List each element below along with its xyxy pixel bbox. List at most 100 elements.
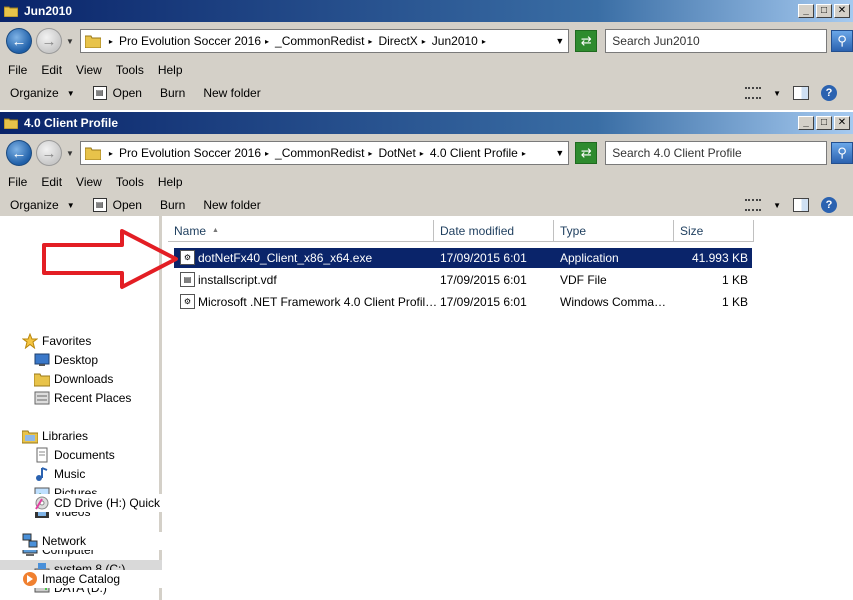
menu-help[interactable]: Help	[158, 63, 183, 77]
chevron-right-icon[interactable]: ▸	[265, 37, 269, 46]
preview-pane-icon[interactable]	[793, 86, 809, 100]
change-view-icon[interactable]	[745, 199, 762, 211]
menu-view[interactable]: View	[76, 63, 102, 77]
file-list: Name ▲ Date modified Type Size ⚙ dotNetF…	[162, 216, 853, 600]
nav-drive-h[interactable]: CD Drive (H:) Quick Ne	[0, 494, 162, 512]
organize-button[interactable]: Organize ▼	[10, 198, 75, 212]
nav-recent-places[interactable]: Recent Places	[0, 389, 162, 407]
nav-music[interactable]: Music	[0, 465, 162, 483]
nav-libraries[interactable]: Libraries	[0, 427, 162, 445]
libraries-icon	[21, 428, 39, 444]
chevron-right-icon[interactable]: ▸	[422, 37, 426, 46]
image-catalog-icon	[22, 571, 38, 587]
nav-desktop[interactable]: Desktop	[0, 351, 162, 369]
open-button[interactable]: ▤ Open	[92, 198, 142, 212]
nav-favorites[interactable]: Favorites	[0, 332, 162, 350]
file-date: 17/09/2015 6:01	[440, 273, 527, 287]
file-row[interactable]: ▤ installscript.vdf 17/09/2015 6:01 VDF …	[174, 270, 752, 290]
chevron-right-icon[interactable]: ▸	[482, 37, 486, 46]
column-header-date[interactable]: Date modified	[434, 220, 554, 242]
file-row[interactable]: ⚙ Microsoft .NET Framework 4.0 Client Pr…	[174, 292, 752, 312]
preview-pane-icon[interactable]	[793, 198, 809, 212]
new-folder-button[interactable]: New folder	[203, 198, 260, 212]
forward-button[interactable]: →	[35, 140, 62, 166]
chevron-right-icon[interactable]: ▸	[265, 149, 269, 158]
search-icon[interactable]: ⚲	[831, 30, 853, 52]
menu-view[interactable]: View	[76, 175, 102, 189]
column-header-name[interactable]: Name ▲	[168, 220, 434, 242]
search-icon[interactable]: ⚲	[831, 142, 853, 164]
column-header-size[interactable]: Size	[674, 220, 754, 242]
menu-tools[interactable]: Tools	[116, 63, 144, 77]
breadcrumb-item[interactable]: Pro Evolution Soccer 2016	[119, 34, 261, 48]
back-button[interactable]: ←	[6, 140, 32, 166]
address-bar[interactable]: ▸ Pro Evolution Soccer 2016 ▸ _CommonRed…	[79, 29, 570, 53]
organize-button[interactable]: Organize ▼	[10, 86, 75, 100]
maximize-button[interactable]: □	[816, 4, 832, 18]
help-icon[interactable]: ?	[821, 85, 837, 101]
chevron-down-icon[interactable]: ▼	[773, 89, 781, 98]
search-input[interactable]: Search Jun2010	[605, 29, 828, 53]
menu-help[interactable]: Help	[158, 175, 183, 189]
menu-bar: File Edit View Tools Help	[0, 172, 853, 192]
burn-button[interactable]: Burn	[160, 86, 185, 100]
refresh-button[interactable]: ⇄	[575, 142, 598, 164]
change-view-icon[interactable]	[745, 87, 762, 99]
close-button[interactable]: ✕	[834, 116, 850, 130]
breadcrumb-item[interactable]: Pro Evolution Soccer 2016	[119, 146, 261, 160]
nav-image-catalog[interactable]: Image Catalog	[0, 570, 162, 588]
nav-network[interactable]: Network	[0, 532, 162, 550]
star-icon	[21, 332, 39, 350]
back-button[interactable]: ←	[6, 28, 32, 54]
close-button[interactable]: ✕	[834, 4, 850, 18]
breadcrumb-item[interactable]: 4.0 Client Profile	[430, 146, 518, 160]
recent-pages-dropdown-icon[interactable]: ▼	[66, 37, 76, 46]
column-header-type[interactable]: Type	[554, 220, 674, 242]
menu-file[interactable]: File	[8, 175, 27, 189]
chevron-right-icon[interactable]: ▸	[109, 37, 113, 46]
breadcrumb-item[interactable]: _CommonRedist	[275, 146, 364, 160]
breadcrumb-item[interactable]: DotNet	[378, 146, 415, 160]
chevron-right-icon[interactable]: ▸	[420, 149, 424, 158]
breadcrumb-item[interactable]: DirectX	[378, 34, 417, 48]
maximize-button[interactable]: □	[816, 116, 832, 130]
forward-button[interactable]: →	[35, 28, 62, 54]
chevron-right-icon[interactable]: ▸	[368, 149, 372, 158]
new-folder-button[interactable]: New folder	[203, 86, 260, 100]
sort-ascending-icon: ▲	[212, 227, 219, 234]
nav-documents[interactable]: Documents	[0, 446, 162, 464]
file-type: Application	[560, 251, 619, 265]
nav-downloads[interactable]: Downloads	[0, 370, 162, 388]
menu-tools[interactable]: Tools	[116, 175, 144, 189]
chevron-right-icon[interactable]: ▸	[368, 37, 372, 46]
refresh-button[interactable]: ⇄	[575, 30, 598, 52]
help-icon[interactable]: ?	[821, 197, 837, 213]
chevron-right-icon[interactable]: ▸	[522, 149, 526, 158]
search-input[interactable]: Search 4.0 Client Profile	[605, 141, 828, 165]
recent-pages-dropdown-icon[interactable]: ▼	[66, 149, 76, 158]
chevron-down-icon[interactable]: ▼	[773, 201, 781, 210]
folder-icon	[3, 5, 19, 18]
network-icon	[22, 533, 38, 549]
title-bar[interactable]: 4.0 Client Profile _ □ ✕	[0, 112, 853, 134]
file-size: 41.993 KB	[691, 251, 748, 265]
file-row[interactable]: ⚙ dotNetFx40_Client_x86_x64.exe 17/09/20…	[174, 248, 752, 268]
minimize-button[interactable]: _	[798, 116, 814, 130]
chevron-down-icon[interactable]: ▼	[555, 36, 564, 46]
chevron-right-icon[interactable]: ▸	[109, 149, 113, 158]
menu-edit[interactable]: Edit	[41, 63, 62, 77]
document-icon	[34, 447, 50, 463]
menu-edit[interactable]: Edit	[41, 175, 62, 189]
chevron-down-icon[interactable]: ▼	[555, 148, 564, 158]
breadcrumb-item[interactable]: _CommonRedist	[275, 34, 364, 48]
open-button[interactable]: ▤ Open	[92, 86, 142, 100]
file-type: Windows Command ...	[560, 295, 670, 309]
breadcrumb-item[interactable]: Jun2010	[432, 34, 478, 48]
title-bar[interactable]: Jun2010 _ □ ✕	[0, 0, 853, 22]
menu-file[interactable]: File	[8, 63, 27, 77]
chevron-down-icon: ▼	[66, 200, 75, 210]
file-name: dotNetFx40_Client_x86_x64.exe	[198, 251, 373, 265]
address-bar[interactable]: ▸ Pro Evolution Soccer 2016 ▸ _CommonRed…	[79, 141, 570, 165]
burn-button[interactable]: Burn	[160, 198, 185, 212]
minimize-button[interactable]: _	[798, 4, 814, 18]
